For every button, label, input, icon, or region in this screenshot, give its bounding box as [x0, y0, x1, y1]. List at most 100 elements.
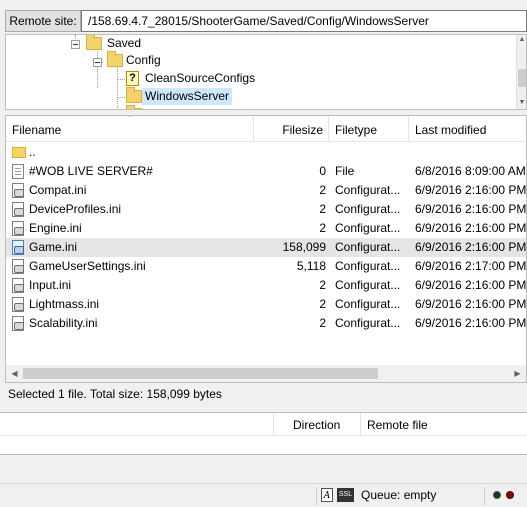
column-header-filetype[interactable]: Filetype: [329, 116, 409, 142]
file-row-parent-dir[interactable]: ..: [6, 143, 526, 162]
file-size: 2: [319, 183, 326, 197]
parent-folder-icon: [12, 147, 26, 158]
status-divider: [316, 487, 317, 505]
column-header-filename[interactable]: Filename: [6, 116, 254, 142]
tree-item-config[interactable]: Config: [123, 52, 164, 69]
receive-led-icon: [493, 491, 501, 499]
file-name: Scalability.ini: [29, 316, 98, 330]
tree-guide-line: [117, 79, 125, 80]
tree-guide-line: [117, 97, 125, 98]
file-size: 158,099: [282, 240, 326, 254]
remote-site-path-input[interactable]: /158.69.4.7_28015/ShooterGame/Saved/Conf…: [81, 10, 527, 32]
file-modified: 6/9/2016 2:16:00 PM: [415, 316, 527, 330]
remote-site-label: Remote site:: [5, 10, 81, 32]
file-type: Configurat...: [335, 240, 401, 254]
file-row[interactable]: Lightmass.ini 2 Configurat... 6/9/2016 2…: [6, 295, 527, 314]
scrollbar-thumb[interactable]: [518, 69, 526, 87]
file-row[interactable]: #WOB LIVE SERVER# 0 File 6/8/2016 8:09:0…: [6, 162, 526, 181]
tree-guide-line: [75, 35, 76, 39]
file-list-horizontal-scrollbar[interactable]: ◀ ▶: [6, 365, 526, 382]
file-size: 2: [319, 202, 326, 216]
folder-icon: [126, 87, 142, 103]
tree-vertical-scrollbar[interactable]: ▲ ▼: [516, 35, 526, 109]
speed-limit-icon[interactable]: SSL: [337, 488, 354, 502]
queue-header: Direction Remote file: [0, 413, 527, 436]
file-row[interactable]: Input.ini 2 Configurat... 6/9/2016 2:16:…: [6, 276, 527, 295]
collapse-toggle-icon[interactable]: [93, 58, 102, 67]
ini-file-icon: [12, 202, 24, 217]
file-size: 0: [319, 164, 326, 178]
file-modified: 6/9/2016 2:16:00 PM: [415, 221, 527, 235]
file-row[interactable]: GameUserSettings.ini 5,118 Configurat...…: [6, 257, 527, 276]
file-type: Configurat...: [335, 183, 401, 197]
remote-directory-tree[interactable]: Saved Config ? CleanSourceConfigs Window…: [5, 34, 527, 110]
file-type: Configurat...: [335, 259, 401, 273]
scroll-left-icon[interactable]: ◀: [6, 365, 23, 382]
file-modified: 6/8/2016 8:09:00 AM: [415, 164, 526, 178]
file-name: Game.ini: [29, 240, 78, 254]
ini-file-icon: [12, 221, 24, 236]
tree-item-saved[interactable]: Saved: [104, 35, 144, 52]
folder-icon: [86, 35, 102, 50]
file-row[interactable]: Compat.ini 2 Configurat... 6/9/2016 2:16…: [6, 181, 527, 200]
column-header-filesize[interactable]: Filesize: [254, 116, 329, 142]
tree-guide-line: [117, 66, 118, 109]
file-size: 2: [319, 297, 326, 311]
status-bar: A SSL Queue: empty: [0, 483, 527, 507]
remote-site-bar: Remote site: /158.69.4.7_28015/ShooterGa…: [0, 9, 527, 33]
file-modified: 6/9/2016 2:16:00 PM: [415, 202, 527, 216]
file-row[interactable]: Scalability.ini 2 Configurat... 6/9/2016…: [6, 314, 527, 333]
file-type: Configurat...: [335, 202, 401, 216]
tree-guide-line: [97, 48, 98, 88]
file-name: ..: [29, 145, 36, 159]
file-modified: 6/9/2016 2:17:00 PM: [415, 259, 527, 273]
queue-status: Queue: empty: [361, 488, 437, 502]
folder-icon: [126, 105, 142, 109]
collapse-toggle-icon[interactable]: [71, 40, 80, 49]
file-row[interactable]: Engine.ini 2 Configurat... 6/9/2016 2:16…: [6, 219, 527, 238]
column-header-last-modified[interactable]: Last modified: [409, 116, 526, 142]
file-modified: 6/9/2016 2:16:00 PM: [415, 183, 527, 197]
column-divider: [273, 413, 274, 436]
transfer-type-icon[interactable]: A: [321, 488, 333, 502]
file-size: 5,118: [296, 259, 326, 273]
file-size: 2: [319, 221, 326, 235]
file-name: Engine.ini: [29, 221, 82, 235]
scroll-up-icon[interactable]: ▲: [517, 35, 526, 45]
file-size: 2: [319, 278, 326, 292]
scroll-right-icon[interactable]: ▶: [509, 365, 526, 382]
file-list-header: ^ Filename Filesize Filetype Last modifi…: [6, 116, 526, 142]
file-type: Configurat...: [335, 221, 401, 235]
file-name: Lightmass.ini: [29, 297, 100, 311]
file-type: Configurat...: [335, 278, 401, 292]
scrollbar-thumb[interactable]: [23, 368, 378, 379]
file-row-selected[interactable]: Game.ini 158,099 Configurat... 6/9/2016 …: [6, 238, 527, 257]
status-divider: [484, 487, 485, 505]
scroll-down-icon[interactable]: ▼: [517, 98, 526, 108]
ini-file-icon: [12, 278, 24, 293]
file-name: DeviceProfiles.ini: [29, 202, 122, 216]
file-modified: 6/9/2016 2:16:00 PM: [415, 297, 527, 311]
ini-file-icon: [12, 183, 24, 198]
tree-item-windowsserver[interactable]: WindowsServer: [142, 88, 233, 105]
column-header-remote-file[interactable]: Remote file: [367, 413, 428, 436]
file-name: Input.ini: [29, 278, 72, 292]
file-modified: 6/9/2016 2:16:00 PM: [415, 240, 527, 254]
file-name: GameUserSettings.ini: [29, 259, 146, 273]
file-name: Compat.ini: [29, 183, 87, 197]
transfer-queue[interactable]: Direction Remote file: [0, 412, 527, 455]
ini-file-icon: [12, 259, 24, 274]
ini-file-icon: [12, 316, 24, 331]
file-modified: 6/9/2016 2:16:00 PM: [415, 278, 527, 292]
folder-icon: [107, 51, 123, 67]
tree-item-cleansourceconfigs[interactable]: CleanSourceConfigs: [142, 70, 258, 87]
ini-file-icon: [12, 297, 24, 312]
send-led-icon: [506, 491, 514, 499]
remote-file-list[interactable]: ^ Filename Filesize Filetype Last modifi…: [5, 115, 527, 383]
file-type: Configurat...: [335, 297, 401, 311]
file-name: #WOB LIVE SERVER#: [29, 164, 153, 178]
column-header-direction[interactable]: Direction: [293, 413, 340, 436]
file-size: 2: [319, 316, 326, 330]
unknown-folder-icon: ?: [126, 71, 139, 86]
file-row[interactable]: DeviceProfiles.ini 2 Configurat... 6/9/2…: [6, 200, 527, 219]
